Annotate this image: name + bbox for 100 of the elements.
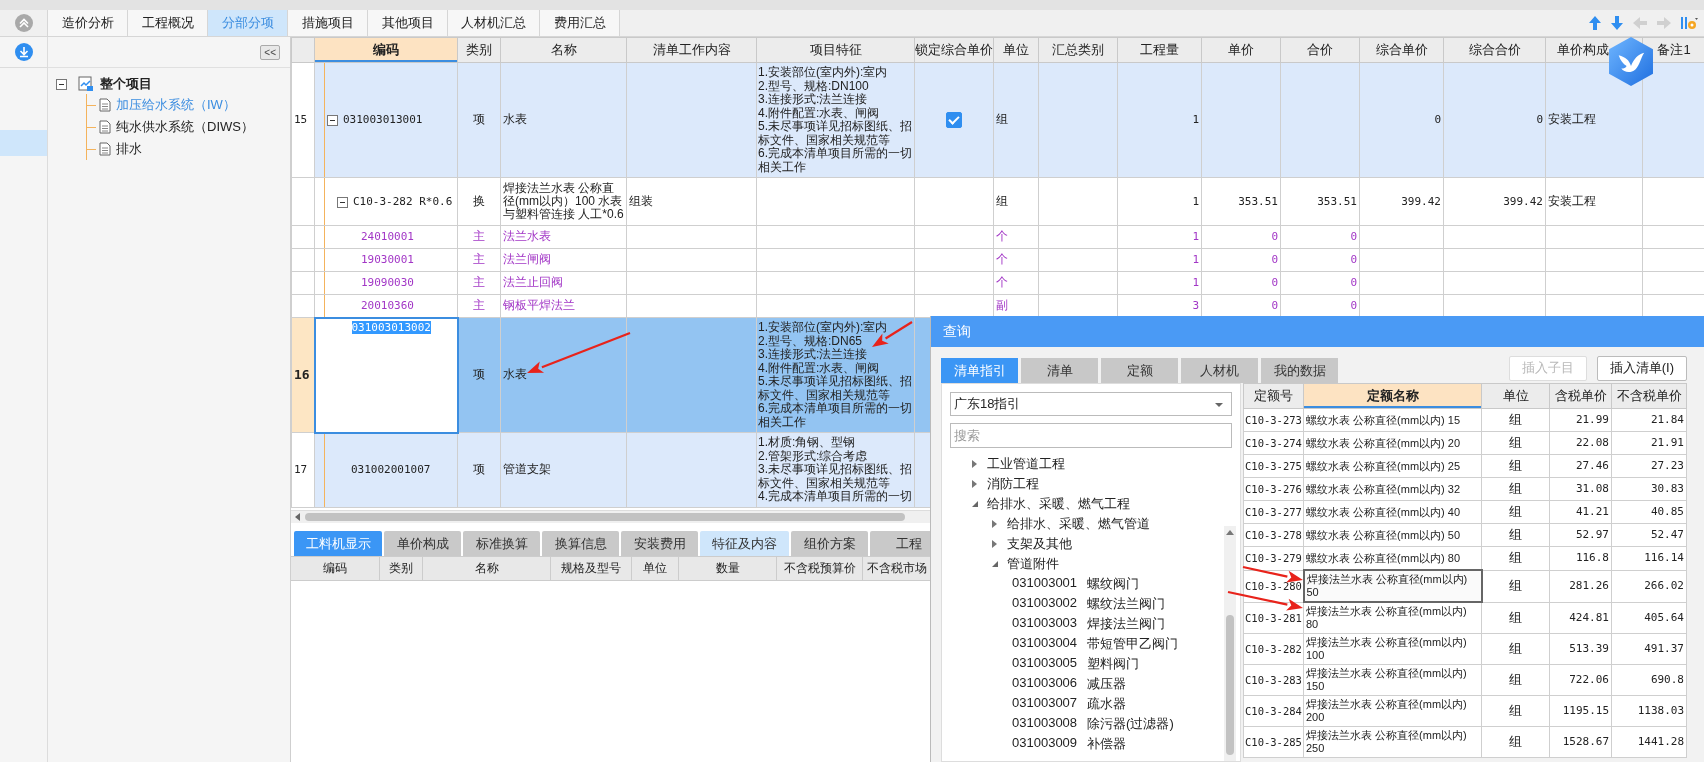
table-cell: 组 [993, 177, 1039, 226]
feature-line: 4.附件配置:水表、闸阀 [758, 361, 880, 375]
table-cell: 399.42 [1443, 177, 1546, 226]
table-cell: 主 [457, 271, 501, 295]
table-cell: 116.8 [1549, 546, 1612, 570]
table-cell: 27.23 [1611, 454, 1687, 478]
table-cell: 0 [1201, 271, 1281, 295]
feature-line: 5.未尽事项详见招标图纸、招标文件、国家相关规范等 [758, 120, 913, 147]
table-cell: C10-3-284 [1243, 695, 1304, 727]
table-cell: 424.81 [1549, 602, 1612, 634]
table-cell: 21.91 [1611, 431, 1687, 455]
table-cell: 组 [1481, 454, 1550, 478]
item-code: 031002001007 [351, 463, 431, 477]
table-cell: 组 [1481, 664, 1550, 696]
table-cell: C10-3-283 [1243, 664, 1304, 696]
table-cell: 组 [1481, 408, 1550, 432]
feature-line: 6.完成本清单项目所需的一切相关工作 [758, 147, 913, 174]
row-number: 17 [291, 432, 315, 507]
table-cell: 0 [1280, 225, 1360, 249]
table-cell: 个 [993, 248, 1039, 272]
table-cell: 组 [1481, 602, 1550, 634]
table-cell: 法兰止回阀 [500, 271, 627, 295]
item-code: 031003013002 [351, 320, 431, 334]
table-cell: 353.51 [1280, 177, 1360, 226]
table-cell: 1 [1117, 177, 1202, 226]
feature-line: 6.完成本清单项目所需的一切相关工作 [758, 402, 913, 429]
table-cell: 钢板平焊法兰 [500, 294, 627, 318]
table-cell: 491.37 [1611, 633, 1687, 665]
item-code: 19090030 [361, 276, 414, 290]
table-cell: 1195.15 [1549, 695, 1612, 727]
table-cell: 353.51 [1201, 177, 1281, 226]
table-cell: 组 [993, 62, 1039, 178]
table-cell: 266.02 [1611, 570, 1687, 602]
feature-line: 3.连接形式:法兰连接 [758, 93, 868, 107]
feature-line: 1.安装部位(室内外):室内 [758, 321, 888, 335]
table-cell: 40.85 [1611, 500, 1687, 524]
table-cell: 1 [1117, 248, 1202, 272]
table-cell: 1528.67 [1549, 726, 1612, 758]
table-cell: 项 [457, 62, 501, 178]
table-cell: 组 [1481, 695, 1550, 727]
table-cell: 个 [993, 225, 1039, 249]
table-cell: 22.08 [1549, 431, 1612, 455]
table-cell: 1138.03 [1611, 695, 1687, 727]
table-cell: 0 [1280, 271, 1360, 295]
table-cell: C10-3-277 [1243, 500, 1304, 524]
table-cell: 组 [1481, 570, 1550, 602]
table-cell: 0 [1359, 62, 1444, 178]
table-cell: 722.06 [1549, 664, 1612, 696]
feature-line: 5.未尽事项详见招标图纸、招标文件、国家相关规范等 [758, 375, 913, 402]
row-number: 16 [291, 317, 315, 433]
item-code: 20010360 [361, 299, 414, 312]
dialog-title: 查询 [943, 322, 971, 341]
table-cell: C10-3-273 [1243, 408, 1304, 432]
item-code: 24010001 [361, 230, 414, 244]
table-cell: 组 [1481, 431, 1550, 455]
table-cell: 换 [457, 177, 501, 226]
table-cell: 项 [457, 432, 501, 507]
table-cell: C10-3-274 [1243, 431, 1304, 455]
table-cell: 690.8 [1611, 664, 1687, 696]
feature-line: 2.型号、规格:DN65 [758, 334, 863, 348]
table-cell: 281.26 [1549, 570, 1612, 602]
table-cell: 399.42 [1359, 177, 1444, 226]
table-cell: 1 [1117, 225, 1202, 249]
table-cell: 1 [1117, 271, 1202, 295]
table-cell: 主 [457, 225, 501, 249]
table-cell: 组 [1481, 633, 1550, 665]
table-cell: 1441.28 [1611, 726, 1687, 758]
item-code: 031003013001 [343, 113, 423, 127]
feature-line: 3.连接形式:法兰连接 [758, 348, 868, 362]
table-cell: C10-3-282 [1243, 633, 1304, 665]
table-cell: 513.39 [1549, 633, 1612, 665]
table-cell: 组 [1481, 500, 1550, 524]
table-cell: 组 [1481, 523, 1550, 547]
table-cell: 31.08 [1549, 477, 1612, 501]
table-cell: 405.64 [1611, 602, 1687, 634]
feature-line: 4.完成本清单项目所需的一切 [758, 490, 912, 504]
row-number: 15 [291, 62, 315, 178]
table-cell: 水表 [500, 62, 627, 178]
table-cell: 27.46 [1549, 454, 1612, 478]
table-cell: 1 [1117, 62, 1202, 178]
feature-line: 3.未尽事项详见招标图纸、招标文件、国家相关规范等 [758, 463, 913, 490]
table-cell: 法兰水表 [500, 225, 627, 249]
feature-line: 2.型号、规格:DN100 [758, 79, 869, 93]
feature-line: 1.安装部位(室内外):室内 [758, 66, 888, 80]
table-cell: 0 [1201, 225, 1281, 249]
table-cell: 组 [1481, 546, 1550, 570]
table-cell: 0 [1443, 62, 1546, 178]
table-cell: 主 [457, 294, 501, 318]
table-cell: 安装工程 [1545, 177, 1643, 226]
table-cell: 52.97 [1549, 523, 1612, 547]
table-cell: 0 [1280, 248, 1360, 272]
table-cell: 个 [993, 271, 1039, 295]
table-cell: C10-3-276 [1243, 477, 1304, 501]
table-cell: 52.47 [1611, 523, 1687, 547]
table-cell: 焊接法兰水表 公称直径(mm以内）100 水表与塑料管连接 人工*0.6 [500, 177, 627, 226]
table-cell: 主 [457, 248, 501, 272]
table-cell: 21.99 [1549, 408, 1612, 432]
table-cell: C10-3-279 [1243, 546, 1304, 570]
table-cell: 组 [1481, 477, 1550, 501]
feature-line: 4.附件配置:水表、闸阀 [758, 106, 880, 120]
